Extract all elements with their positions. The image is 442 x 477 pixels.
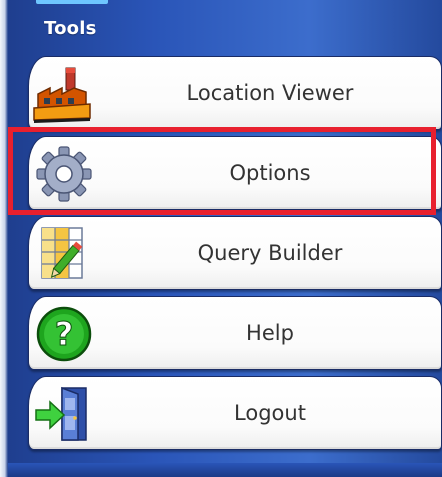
tools-panel: Tools Location Viewer Options Query Buil… xyxy=(0,0,442,477)
query-builder-button[interactable]: Query Builder xyxy=(28,216,442,290)
panel-footer xyxy=(8,463,442,477)
location-viewer-label: Location Viewer xyxy=(186,81,354,105)
location-viewer-button[interactable]: Location Viewer xyxy=(28,56,442,130)
help-label: Help xyxy=(246,321,294,345)
grid-pencil-icon xyxy=(32,224,94,284)
options-label: Options xyxy=(229,161,311,185)
options-button[interactable]: Options xyxy=(28,136,442,210)
header-accent-bar xyxy=(36,0,108,4)
logout-label: Logout xyxy=(234,401,306,425)
factory-icon xyxy=(32,64,94,124)
svg-text:?: ? xyxy=(55,315,74,353)
help-button[interactable]: ? Help xyxy=(28,296,442,370)
panel-title: Tools xyxy=(44,18,97,39)
logout-button[interactable]: Logout xyxy=(28,376,442,450)
gear-icon xyxy=(32,144,94,204)
query-builder-label: Query Builder xyxy=(197,241,343,265)
logout-door-icon xyxy=(32,384,94,444)
help-question-icon: ? xyxy=(32,304,94,364)
